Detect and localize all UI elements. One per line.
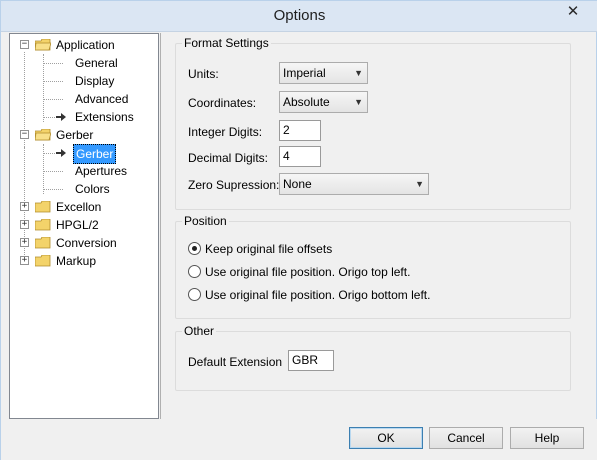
integer-digits-field[interactable]: 2 bbox=[279, 120, 321, 141]
tree-line bbox=[43, 153, 55, 154]
expand-icon[interactable]: + bbox=[20, 220, 29, 229]
options-window: Options ✕ − Application General Display … bbox=[0, 0, 597, 460]
expand-icon[interactable]: + bbox=[20, 238, 29, 247]
folder-open-icon bbox=[35, 129, 51, 141]
radio-origo-top-left[interactable]: Use original file position. Origo top le… bbox=[188, 264, 488, 280]
tree-item-colors[interactable]: Colors bbox=[37, 180, 147, 198]
tree-item-general[interactable]: General bbox=[37, 54, 147, 72]
format-settings-group: Format Settings Units: Imperial ▼ Coordi… bbox=[175, 36, 571, 210]
chevron-down-icon: ▼ bbox=[354, 97, 363, 107]
tree-line bbox=[43, 189, 63, 190]
button-bar: OK Cancel Help bbox=[1, 419, 597, 460]
ok-button[interactable]: OK bbox=[349, 427, 423, 449]
tree-item-conversion[interactable]: + Conversion bbox=[16, 234, 156, 252]
tree-item-extensions[interactable]: Extensions bbox=[37, 108, 152, 126]
tree-item-label: Application bbox=[56, 38, 115, 52]
collapse-icon[interactable]: − bbox=[20, 40, 29, 49]
tree-item-label: Apertures bbox=[75, 164, 128, 178]
tree-item-markup[interactable]: + Markup bbox=[16, 252, 156, 270]
tree-item-label: Excellon bbox=[56, 200, 102, 214]
chevron-down-icon: ▼ bbox=[415, 179, 424, 189]
tree-item-application[interactable]: − Application bbox=[16, 36, 156, 54]
tree-item-label: Gerber bbox=[56, 128, 94, 142]
close-button[interactable]: ✕ bbox=[554, 2, 592, 22]
expand-icon[interactable]: + bbox=[20, 256, 29, 265]
expand-icon[interactable]: + bbox=[20, 202, 29, 211]
default-extension-label: Default Extension bbox=[188, 355, 283, 369]
tree-item-label: Conversion bbox=[56, 236, 117, 250]
radio-origo-bottom-left[interactable]: Use original file position. Origo bottom… bbox=[188, 287, 488, 303]
options-tree[interactable]: − Application General Display Advanced E… bbox=[9, 33, 159, 419]
tree-item-hpgl2[interactable]: + HPGL/2 bbox=[16, 216, 156, 234]
decimal-digits-label: Decimal Digits: bbox=[188, 151, 269, 165]
radio-label: Use original file position. Origo top le… bbox=[205, 265, 411, 279]
radio-button-checked[interactable] bbox=[188, 242, 201, 255]
folder-icon bbox=[35, 219, 51, 231]
settings-panel: Format Settings Units: Imperial ▼ Coordi… bbox=[160, 33, 590, 419]
tree-item-excellon[interactable]: + Excellon bbox=[16, 198, 156, 216]
folder-icon bbox=[35, 255, 51, 267]
tree-line bbox=[43, 63, 63, 64]
coordinates-select[interactable]: Absolute ▼ bbox=[279, 91, 368, 113]
tree-item-apertures[interactable]: Apertures bbox=[37, 162, 147, 180]
group-title: Other bbox=[182, 324, 217, 338]
tree-item-display[interactable]: Display bbox=[37, 72, 147, 90]
tree-item-label-selected: Gerber bbox=[73, 144, 117, 164]
position-group: Position Keep original file offsets Use … bbox=[175, 214, 571, 319]
folder-icon bbox=[35, 201, 51, 213]
folder-open-icon bbox=[35, 39, 51, 51]
decimal-digits-field[interactable]: 4 bbox=[279, 146, 321, 167]
zero-supression-select[interactable]: None ▼ bbox=[279, 173, 429, 195]
other-group: Other Default Extension GBR bbox=[175, 324, 571, 391]
tree-line bbox=[43, 117, 55, 118]
collapse-icon[interactable]: − bbox=[20, 130, 29, 139]
title-bar[interactable]: Options ✕ bbox=[1, 1, 597, 32]
radio-label: Use original file position. Origo bottom… bbox=[205, 288, 431, 302]
coordinates-label: Coordinates: bbox=[188, 96, 257, 110]
group-title: Position bbox=[182, 214, 229, 228]
tree-item-label: Advanced bbox=[75, 92, 129, 106]
units-label: Units: bbox=[188, 67, 219, 81]
coordinates-value: Absolute bbox=[283, 95, 330, 109]
tree-line bbox=[43, 81, 63, 82]
tree-item-gerber-group[interactable]: − Gerber bbox=[16, 126, 156, 144]
radio-keep-offsets[interactable]: Keep original file offsets bbox=[188, 241, 488, 257]
group-title: Format Settings bbox=[182, 36, 271, 50]
radio-button[interactable] bbox=[188, 265, 201, 278]
chevron-down-icon: ▼ bbox=[354, 68, 363, 78]
tree-item-label: HPGL/2 bbox=[56, 218, 99, 232]
tree-item-advanced[interactable]: Advanced bbox=[37, 90, 147, 108]
help-button[interactable]: Help bbox=[510, 427, 584, 449]
radio-label: Keep original file offsets bbox=[205, 242, 333, 256]
tree-item-label: Display bbox=[75, 74, 115, 88]
arrow-right-icon bbox=[56, 113, 66, 121]
cancel-button[interactable]: Cancel bbox=[429, 427, 503, 449]
integer-digits-label: Integer Digits: bbox=[188, 125, 263, 139]
tree-item-label: General bbox=[75, 56, 118, 70]
zero-supression-label: Zero Supression: bbox=[188, 178, 280, 192]
zero-supression-value: None bbox=[283, 177, 312, 191]
tree-item-label: Extensions bbox=[75, 110, 134, 124]
tree-item-label: Markup bbox=[56, 254, 97, 268]
tree-item-label: Colors bbox=[75, 182, 110, 196]
default-extension-field[interactable]: GBR bbox=[288, 350, 334, 371]
tree-line bbox=[43, 99, 63, 100]
tree-line bbox=[43, 171, 63, 172]
units-value: Imperial bbox=[283, 66, 326, 80]
units-select[interactable]: Imperial ▼ bbox=[279, 62, 368, 84]
window-title: Options bbox=[273, 7, 326, 24]
arrow-right-icon bbox=[56, 149, 66, 157]
radio-button[interactable] bbox=[188, 288, 201, 301]
tree-item-gerber-selected[interactable]: Gerber bbox=[37, 144, 152, 164]
folder-icon bbox=[35, 237, 51, 249]
